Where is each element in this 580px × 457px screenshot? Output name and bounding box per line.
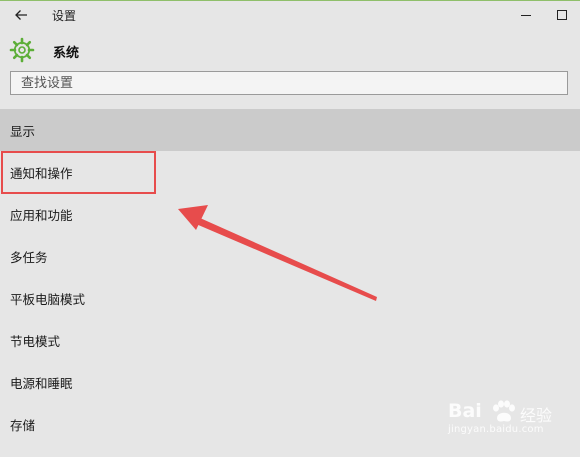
nav-item-multitasking[interactable]: 多任务 (0, 235, 580, 277)
nav-item-storage[interactable]: 存储 (0, 403, 580, 445)
sidebar-nav: 显示 通知和操作 应用和功能 多任务 平板电脑模式 节电模式 电源和睡眠 存储 (0, 109, 580, 445)
nav-item-label: 平板电脑模式 (10, 291, 86, 307)
page-title: 系统 (53, 46, 80, 61)
nav-item-apps-features[interactable]: 应用和功能 (0, 193, 580, 235)
nav-item-label: 通知和操作 (10, 165, 73, 181)
page-header: 系统 (0, 34, 580, 66)
minimize-button[interactable] (512, 4, 540, 26)
nav-item-label: 电源和睡眠 (10, 375, 73, 391)
nav-item-label: 应用和功能 (10, 207, 73, 223)
nav-item-battery-saver[interactable]: 节电模式 (0, 319, 580, 361)
minimize-icon (521, 15, 531, 16)
back-button[interactable] (8, 4, 34, 26)
nav-item-tablet-mode[interactable]: 平板电脑模式 (0, 277, 580, 319)
arrow-left-icon (15, 10, 27, 20)
nav-item-label: 存储 (10, 417, 36, 433)
window-title: 设置 (52, 9, 77, 23)
nav-item-notifications-actions[interactable]: 通知和操作 (0, 151, 580, 193)
nav-item-label: 多任务 (10, 249, 48, 265)
nav-item-label: 节电模式 (10, 333, 61, 349)
gear-icon (9, 37, 35, 63)
title-bar: 设置 (0, 1, 580, 31)
search-box (10, 71, 568, 95)
nav-item-power-sleep[interactable]: 电源和睡眠 (0, 361, 580, 403)
search-input[interactable] (11, 72, 567, 95)
maximize-icon (557, 10, 567, 20)
nav-item-label: 显示 (10, 123, 36, 139)
maximize-button[interactable] (548, 4, 576, 26)
nav-item-display[interactable]: 显示 (0, 109, 580, 151)
